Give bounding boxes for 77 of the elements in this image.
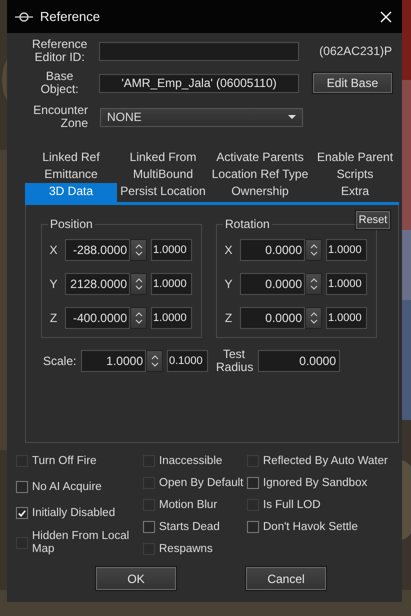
spinner-icon[interactable] [305, 273, 322, 295]
step-field[interactable]: 1.0000 [151, 307, 192, 329]
checkbox-label: Open By Default [159, 476, 244, 490]
field-label: Reference Editor ID: [30, 38, 88, 64]
tab[interactable]: Extra [311, 183, 399, 202]
step-field[interactable]: 1.0000 [326, 239, 367, 261]
spinner-icon[interactable] [130, 307, 147, 329]
checkbox[interactable] [16, 507, 28, 519]
tab[interactable]: Enable Parent [311, 149, 399, 166]
tab[interactable]: Ownership [209, 183, 311, 202]
window-title: Reference [40, 9, 101, 24]
checkbox[interactable] [247, 477, 259, 489]
checkbox[interactable] [16, 481, 28, 493]
encounter-zone-dropdown[interactable]: NONE [100, 108, 303, 126]
step-field[interactable]: 1.0000 [326, 307, 367, 329]
number-field[interactable]: -400.0000 [65, 307, 130, 329]
tab[interactable]: Linked Ref [25, 149, 117, 166]
tab[interactable]: Persist Location [117, 183, 209, 202]
checkbox-label: Respawns [159, 542, 213, 556]
reset-button[interactable]: Reset [356, 211, 390, 229]
test-radius-label: Test Radius [216, 348, 252, 374]
checkbox-label: Turn Off Fire [32, 454, 98, 468]
number-field[interactable]: 2128.0000 [65, 273, 130, 295]
checkbox-label: Reflected By Auto Water [263, 454, 388, 468]
checkbox-label: Don't Havok Settle [263, 520, 358, 534]
editor-id-field[interactable] [99, 42, 300, 60]
field-label: Base Object: [40, 70, 80, 96]
base-object-field: 'AMR_Emp_Jala' (06005110) [99, 74, 299, 92]
number-field[interactable]: 1.0000 [81, 350, 146, 372]
group-title: Position [49, 217, 94, 231]
spinner-icon[interactable] [130, 273, 147, 295]
dialog-button[interactable]: Cancel [246, 567, 326, 590]
group-title: Rotation [224, 217, 271, 231]
close-icon[interactable] [380, 10, 392, 22]
step-field[interactable]: 0.1000 [167, 350, 208, 372]
checkbox-label: Initially Disabled [32, 506, 116, 520]
number-field[interactable]: 0.0000 [240, 239, 305, 261]
edit-base-button[interactable]: Edit Base [312, 73, 392, 93]
form-id: (062AC231)P [319, 44, 392, 58]
number-field[interactable]: -288.0000 [65, 239, 130, 261]
checkbox-label: Is Full LOD [263, 498, 321, 512]
checkbox-label: No AI Acquire [32, 480, 103, 494]
axis-label: X [223, 243, 234, 257]
checkbox-label: Ignored By Sandbox [263, 476, 368, 490]
caret-icon [288, 115, 296, 119]
spinner-icon[interactable] [130, 239, 147, 261]
axis-label: Z [48, 311, 58, 325]
axis-label: Y [48, 277, 58, 291]
tab[interactable]: Linked From [117, 149, 209, 166]
checkbox-label: Motion Blur [159, 498, 218, 512]
step-field[interactable]: 1.0000 [151, 273, 192, 295]
spinner-icon[interactable] [305, 307, 322, 329]
spinner-icon[interactable] [305, 239, 322, 261]
number-field[interactable]: 0.0000 [240, 273, 305, 295]
checkbox[interactable] [247, 521, 259, 533]
tab[interactable]: 3D Data [25, 183, 117, 202]
number-field[interactable]: 0.0000 [240, 307, 305, 329]
spinner-icon[interactable] [146, 350, 163, 372]
scale-label: Scale: [43, 354, 78, 368]
tab[interactable]: Emittance [25, 166, 117, 183]
axis-label: Z [224, 311, 234, 325]
step-field[interactable]: 1.0000 [326, 273, 367, 295]
dialog-button[interactable]: OK [96, 567, 176, 590]
tab[interactable]: Activate Parents [209, 149, 311, 166]
test-radius-field[interactable]: 0.0000 [258, 350, 340, 372]
checkbox-label: Hidden From Local Map [32, 530, 130, 556]
step-field[interactable]: 1.0000 [151, 239, 192, 261]
axis-label: Y [223, 277, 234, 291]
tab[interactable]: Location Ref Type [209, 166, 311, 183]
checkbox-label: Inaccessible [159, 454, 222, 468]
axis-label: X [48, 243, 58, 257]
tab[interactable]: Scripts [311, 166, 399, 183]
tab[interactable]: MultiBound [117, 166, 209, 183]
checkbox-label: Starts Dead [159, 520, 220, 534]
checkbox[interactable] [143, 521, 155, 533]
emblem-icon [15, 12, 33, 22]
field-label: Encounter Zone [32, 104, 88, 130]
